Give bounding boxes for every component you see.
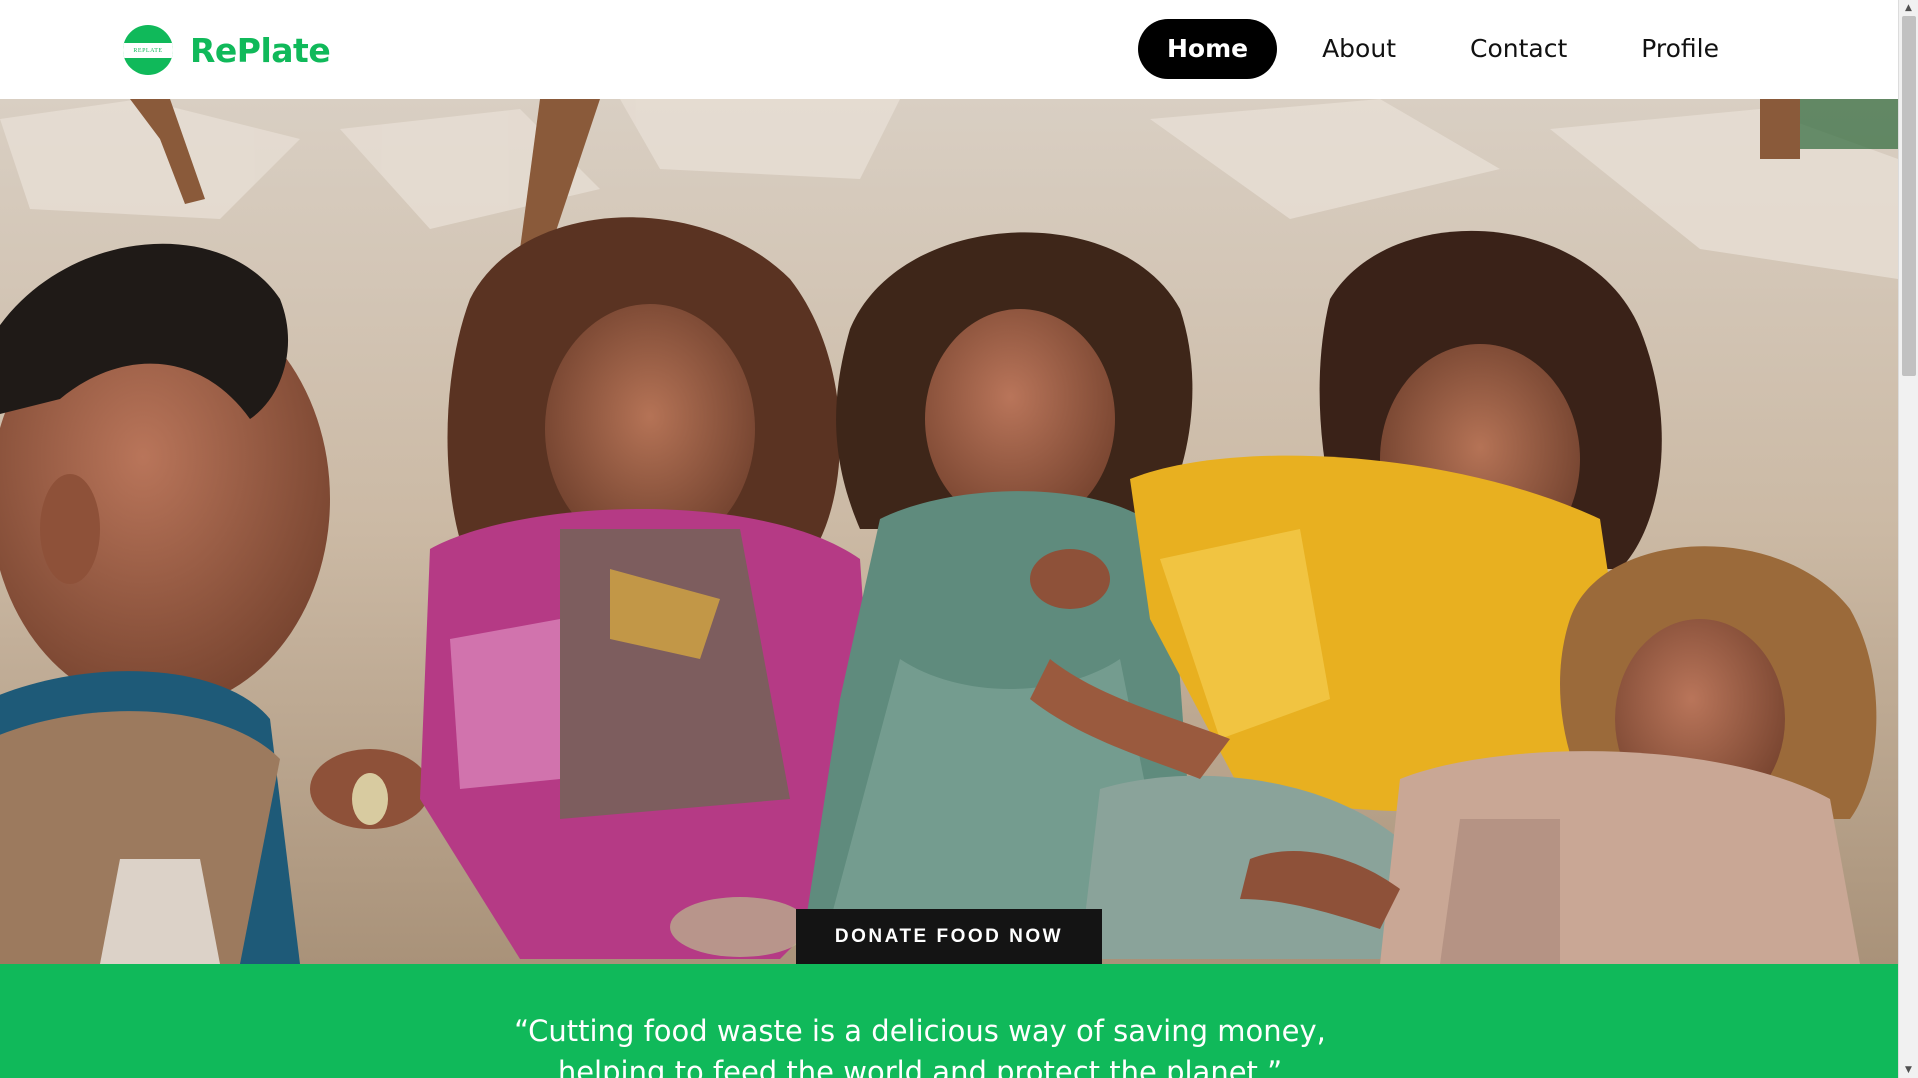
site-header: REPLATE RePlate Home About Contact Profi… [0, 0, 1898, 99]
logo-badge-text: REPLATE [123, 43, 173, 58]
brand-logo[interactable]: REPLATE RePlate [123, 25, 331, 75]
scroll-up-arrow-icon[interactable]: ▲ [1899, 0, 1918, 16]
hero-image [0, 99, 1898, 964]
vertical-scrollbar[interactable]: ▲ ▼ [1898, 0, 1918, 1078]
quote-section: “Cutting food waste is a delicious way o… [0, 964, 1898, 1078]
scroll-thumb[interactable] [1902, 16, 1916, 376]
page: REPLATE RePlate Home About Contact Profi… [0, 0, 1898, 1078]
donate-food-now-button[interactable]: DONATE FOOD NOW [796, 909, 1102, 964]
child-girl-pink [420, 217, 880, 959]
hero-photo [0, 99, 1898, 964]
nav-contact[interactable]: Contact [1441, 19, 1596, 79]
nav-about[interactable]: About [1293, 19, 1425, 79]
logo-badge-icon: REPLATE [123, 25, 173, 75]
nav-home[interactable]: Home [1137, 19, 1278, 79]
nav-profile[interactable]: Profile [1612, 19, 1748, 79]
quote-line-2: helping to feed the world and protect th… [557, 1055, 1283, 1078]
brand-name: RePlate [190, 30, 331, 70]
quote-line-1: “Cutting food waste is a delicious way o… [514, 1014, 1326, 1048]
main-nav: Home About Contact Profile [1122, 19, 1748, 79]
scroll-down-arrow-icon[interactable]: ▼ [1899, 1062, 1918, 1078]
